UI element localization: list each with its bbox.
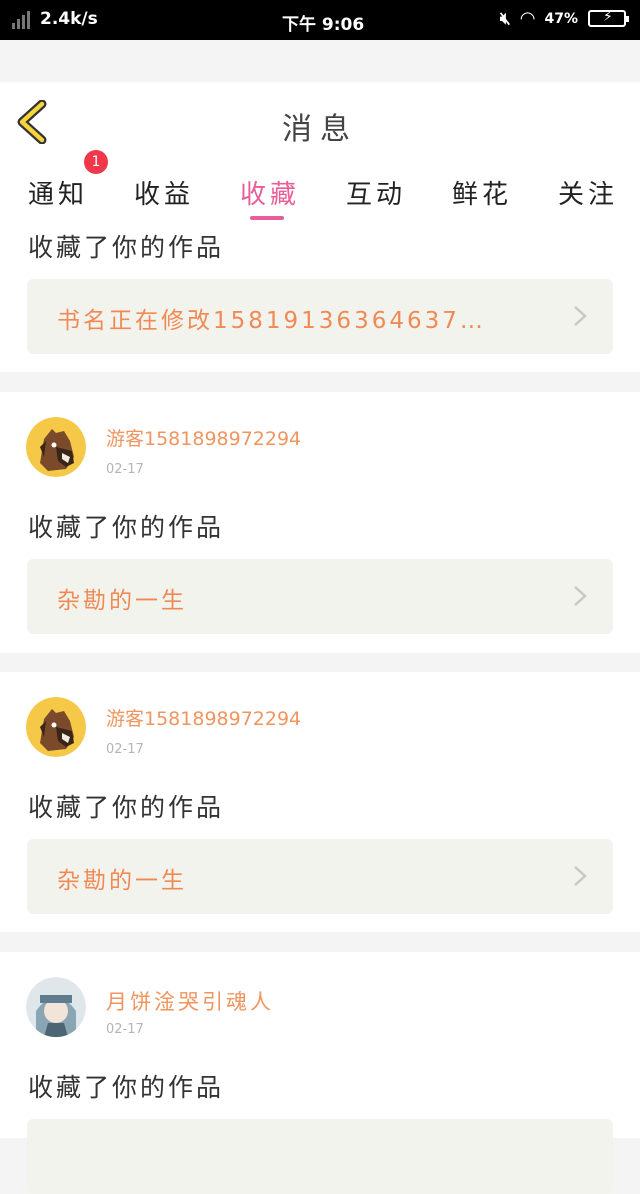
list-item: 游客1581898972294 02-17 收藏了你的作品 杂勘的一生	[0, 672, 640, 932]
horse-avatar-icon	[26, 697, 86, 757]
message-text: 收藏了你的作品	[28, 793, 225, 822]
work-link[interactable]: 书名正在修改15819136364637…	[27, 279, 613, 354]
username[interactable]: 游客15818989722​94	[106, 424, 301, 451]
character-avatar-icon	[26, 977, 86, 1037]
clock: 下午 9:06	[282, 15, 365, 35]
work-title: 杂勘的一生	[57, 868, 187, 894]
work-link[interactable]	[27, 1119, 613, 1194]
chevron-right-icon	[574, 306, 587, 326]
notification-badge: 1	[84, 150, 108, 174]
wifi-icon: ◠	[520, 8, 535, 29]
chevron-right-icon	[574, 586, 587, 606]
message-text: 收藏了你的作品	[28, 513, 225, 542]
chevron-right-icon	[574, 866, 587, 886]
message-text: 收藏了你的作品	[28, 233, 225, 262]
status-bar: 2.4k/s 下午 9:06 🔇︎ ◠ 47% ⚡︎	[0, 0, 640, 40]
network-speed: 2.4k/s	[40, 9, 98, 29]
avatar[interactable]	[26, 697, 86, 757]
list-item: 收藏了你的作品 书名正在修改15819136364637…	[0, 222, 640, 372]
message-text: 收藏了你的作品	[28, 1073, 225, 1102]
work-title: 杂勘的一生	[57, 588, 187, 614]
username[interactable]: 月饼淦哭引魂人	[106, 986, 274, 1016]
date: 02-17	[106, 1022, 144, 1037]
list-item: 游客15818989722​94 02-17 收藏了你的作品 杂勘的一生	[0, 392, 640, 653]
tab-follows[interactable]: 关注	[558, 174, 618, 211]
tab-favorites[interactable]: 收藏	[240, 174, 300, 211]
tab-flowers[interactable]: 鲜花	[452, 174, 512, 211]
list-item: 月饼淦哭引魂人 02-17 收藏了你的作品	[0, 952, 640, 1194]
battery-icon: ⚡︎	[588, 9, 629, 27]
date: 02-17	[106, 742, 144, 757]
date: 02-17	[106, 462, 144, 477]
work-link[interactable]: 杂勘的一生	[27, 839, 613, 914]
battery-percent: 47%	[544, 10, 578, 27]
tab-notifications[interactable]: 通知	[28, 174, 88, 211]
tab-earnings[interactable]: 收益	[134, 174, 194, 211]
mute-icon: 🔇︎	[499, 8, 511, 29]
horse-avatar-icon	[26, 417, 86, 477]
avatar[interactable]	[26, 417, 86, 477]
page-title: 消息	[282, 112, 358, 147]
work-title: 书名正在修改15819136364637…	[57, 308, 486, 334]
active-tab-indicator	[250, 216, 284, 220]
username[interactable]: 游客1581898972294	[106, 704, 301, 731]
avatar[interactable]	[26, 977, 86, 1037]
tab-interactions[interactable]: 互动	[346, 174, 406, 211]
signal-icon	[12, 9, 30, 29]
work-link[interactable]: 杂勘的一生	[27, 559, 613, 634]
